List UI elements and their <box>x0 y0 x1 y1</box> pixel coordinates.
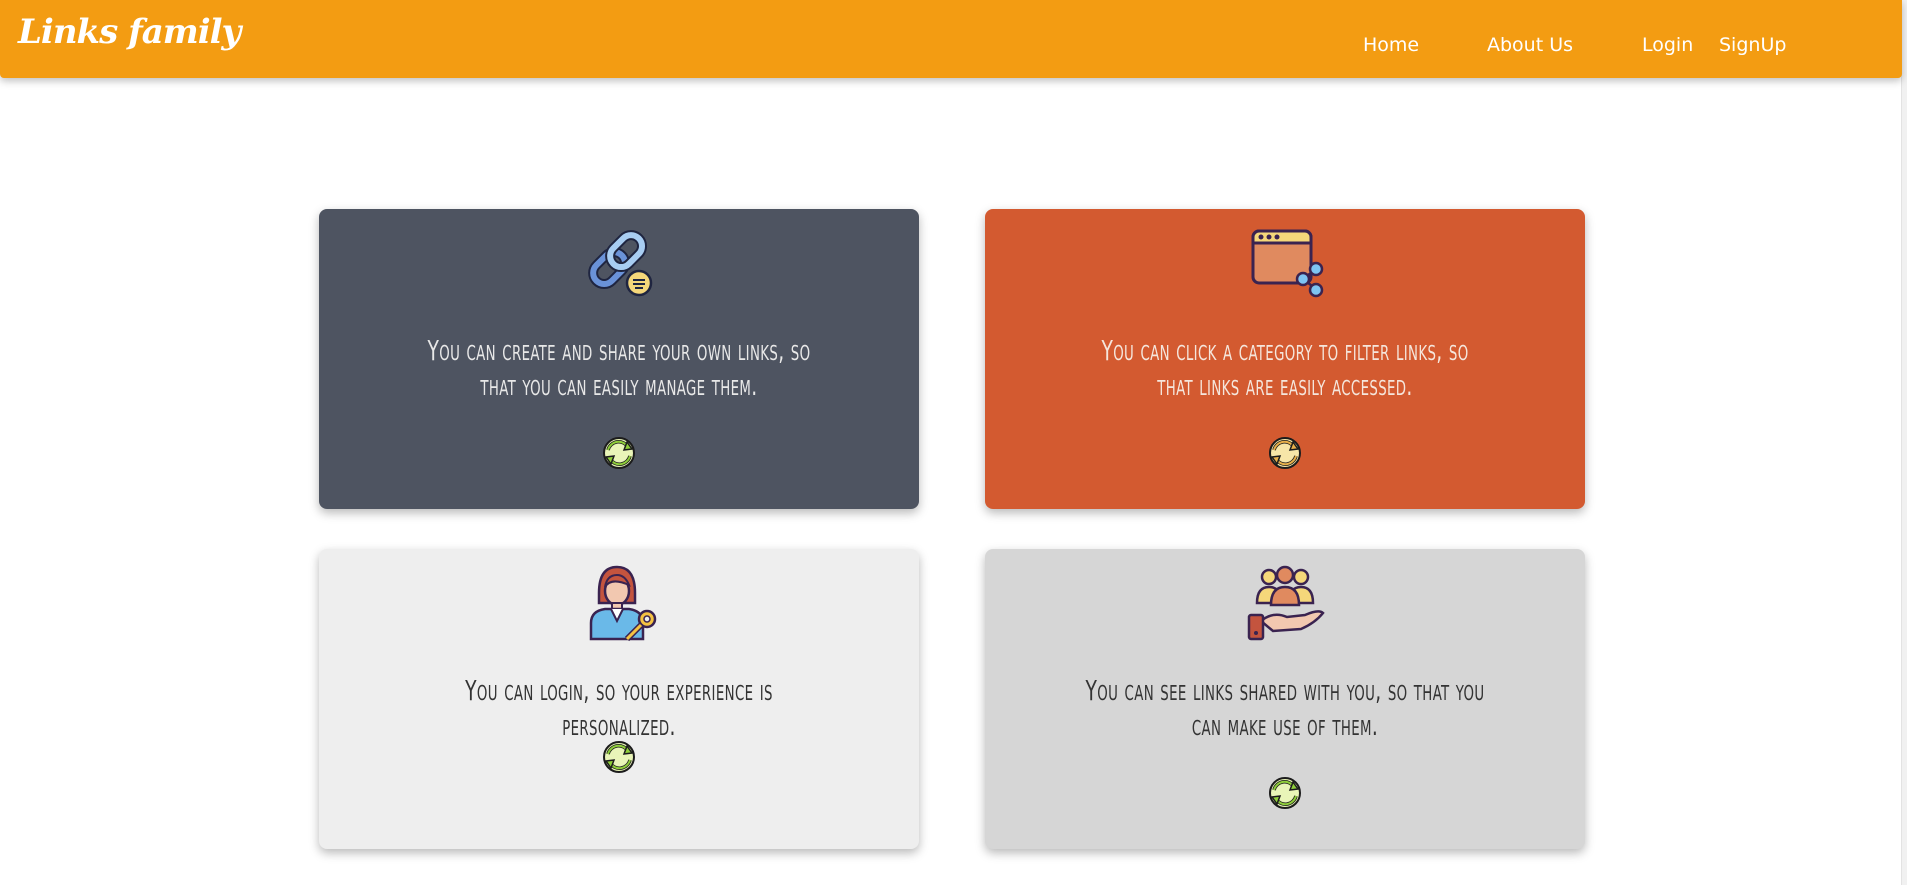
feature-card-text: You can see links shared with you, so th… <box>1085 674 1485 742</box>
user-key-icon <box>589 565 657 642</box>
refresh-icon[interactable] <box>1265 433 1305 473</box>
navbar: Links family Home About Us Login SignUp <box>0 0 1902 78</box>
browser-share-icon <box>1251 229 1324 298</box>
nav-home-link[interactable]: Home <box>1363 34 1419 56</box>
chain-link-icon <box>588 230 653 297</box>
refresh-icon[interactable] <box>1265 773 1305 813</box>
people-in-hand-icon <box>1247 565 1325 641</box>
feature-card-create-links: You can create and share your own links,… <box>319 209 919 509</box>
refresh-icon[interactable] <box>599 433 639 473</box>
refresh-icon[interactable] <box>599 737 639 777</box>
feature-card-shared-links: You can see links shared with you, so th… <box>985 549 1585 849</box>
brand-logo[interactable]: Links family <box>18 12 241 52</box>
scrollbar[interactable] <box>1901 0 1907 885</box>
feature-card-text: You can click a category to filter links… <box>1101 334 1469 402</box>
feature-card-login: You can login, so your experience is per… <box>319 549 919 849</box>
feature-card-text: You can login, so your experience is per… <box>465 674 773 742</box>
nav-login-link[interactable]: Login <box>1642 34 1693 56</box>
feature-card-text: You can create and share your own links,… <box>427 334 811 402</box>
feature-card-filter-category: You can click a category to filter links… <box>985 209 1585 509</box>
nav-signup-link[interactable]: SignUp <box>1719 34 1786 56</box>
nav-about-link[interactable]: About Us <box>1487 34 1573 56</box>
